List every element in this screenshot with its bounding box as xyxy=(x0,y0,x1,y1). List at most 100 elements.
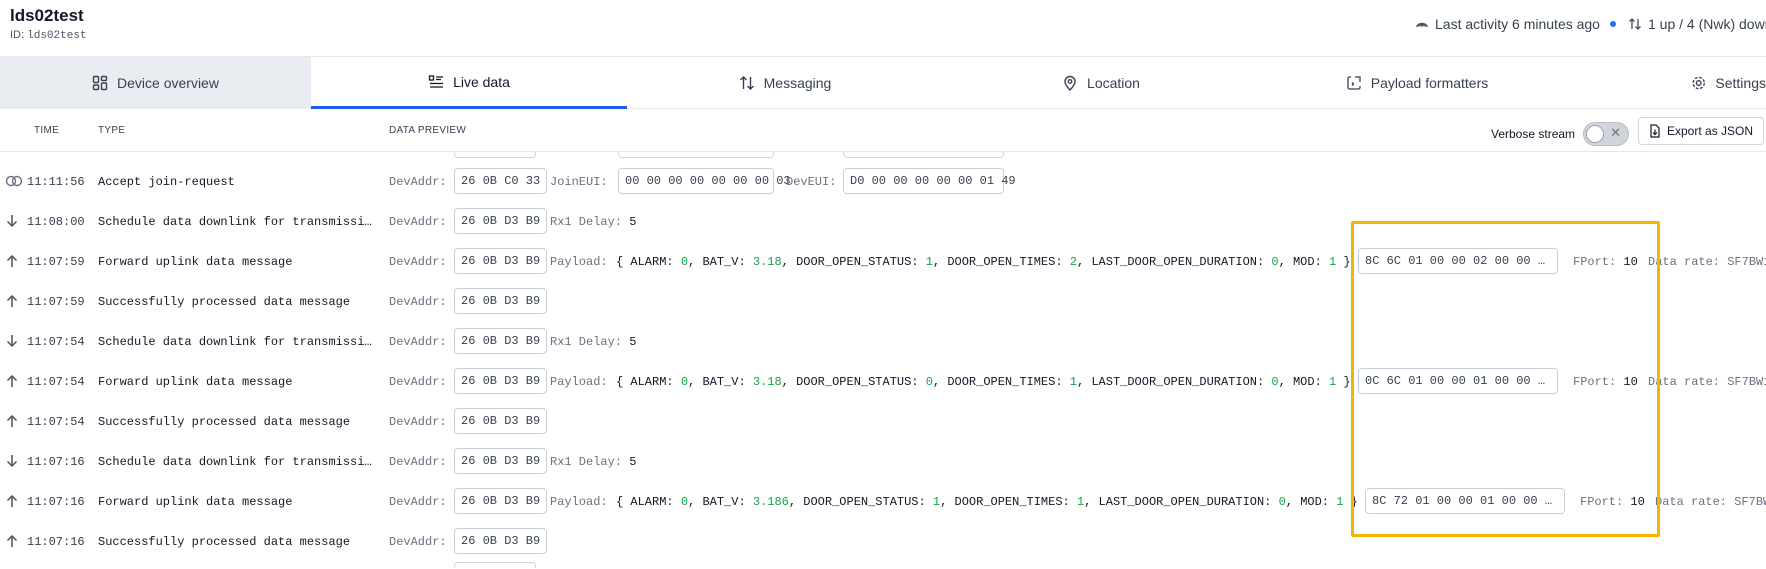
device-id-value: lds02test xyxy=(27,30,87,42)
traffic-count: 1 up / 4 (Nwk) down xyxy=(1647,16,1766,32)
col-type: TYPE xyxy=(98,125,126,136)
toggle-knob xyxy=(1586,125,1605,143)
data-rate: Data rate: SF7BW125 xyxy=(1648,255,1766,269)
event-time: 11:11:56 xyxy=(27,175,85,189)
pin-icon xyxy=(1064,75,1076,91)
table-row[interactable]: 11:07:54 Schedule data downlink for tran… xyxy=(0,322,1766,362)
signal-icon xyxy=(1415,22,1429,28)
verbose-stream-control: Verbose stream ✕ xyxy=(1491,122,1630,146)
close-icon: ✕ xyxy=(1610,125,1622,140)
decoded-payload: { ALARM: 0, BAT_V: 3.18, DOOR_OPEN_STATU… xyxy=(616,375,1351,389)
data-rate: Data rate: SF7BW125 xyxy=(1655,495,1766,509)
tab-label: Device overview xyxy=(117,75,219,91)
col-time: TIME xyxy=(34,125,60,136)
fport: FPort: 10 xyxy=(1573,375,1638,389)
tab-device-overview[interactable]: Device overview xyxy=(0,57,311,109)
device-id-label: ID: xyxy=(10,29,25,41)
table-row[interactable]: 11:07:16 Forward uplink data message Dev… xyxy=(0,482,1766,522)
event-time: 11:07:59 xyxy=(27,255,85,269)
devaddr-chip[interactable]: 26 0B D3 B9 xyxy=(454,448,548,474)
data-rate: Data rate: SF7BW125 xyxy=(1648,375,1766,389)
event-type: Schedule data downlink for transmission xyxy=(98,335,374,349)
rx-delay-label: Rx1 Delay: xyxy=(550,335,623,349)
devaddr-label: DevAddr: xyxy=(389,535,447,549)
rx-delay: Rx1 Delay: 5 xyxy=(550,455,636,469)
link-icon xyxy=(5,175,23,187)
device-header: lds02test ID: lds02test Last activity 6 … xyxy=(0,0,1766,57)
event-time: 11:07:59 xyxy=(27,295,85,309)
tab-label: Settings xyxy=(1715,75,1766,91)
arrow-down-icon xyxy=(6,215,18,228)
device-title: lds02test xyxy=(10,6,84,25)
devaddr-chip[interactable]: 26 0B D3 B9 xyxy=(454,408,548,434)
tab-payload-formatters[interactable]: Payload formatters xyxy=(1259,57,1575,109)
tab-location[interactable]: Location xyxy=(943,57,1259,109)
arrow-up-icon xyxy=(6,374,18,387)
arrow-up-icon xyxy=(6,414,18,427)
devaddr-label: DevAddr: xyxy=(389,175,447,189)
arrow-up-icon xyxy=(6,294,18,307)
deveui-label: DevEUI: xyxy=(786,175,837,189)
arrows-updown-icon xyxy=(739,76,754,90)
grid-icon xyxy=(92,75,108,91)
deveui-chip[interactable]: D0 00 00 00 00 00 01 49 xyxy=(843,168,1016,194)
joineui-chip[interactable]: 00 00 00 00 00 00 00 03 xyxy=(618,168,791,194)
table-row[interactable]: 11:11:56 Accept join-request DevAddr: 26… xyxy=(0,162,1766,202)
event-type: Accept join-request xyxy=(98,175,235,189)
event-type: Successfully processed data message xyxy=(98,295,351,309)
event-time: 11:08:00 xyxy=(27,215,85,229)
scrolled-chip xyxy=(454,562,536,568)
rx-delay-value: 5 xyxy=(629,335,637,349)
export-json-button[interactable]: Export as JSON xyxy=(1638,117,1765,145)
table-row[interactable]: 11:07:54 Successfully processed data mes… xyxy=(0,402,1766,442)
table-row[interactable]: 11:07:54 Forward uplink data message Dev… xyxy=(0,362,1766,402)
devaddr-chip[interactable]: 26 0B C0 33 xyxy=(454,168,548,194)
devaddr-label: DevAddr: xyxy=(389,255,447,269)
event-time: 11:07:54 xyxy=(27,415,85,429)
device-tabs: Device overview Live data Messaging Loca… xyxy=(0,57,1766,109)
tab-messaging[interactable]: Messaging xyxy=(627,57,943,109)
frm-payload-chip[interactable]: 8C 72 01 00 00 01 00 00 00 00 01 xyxy=(1365,488,1565,514)
arrow-up-icon xyxy=(6,254,18,267)
list-icon xyxy=(428,74,444,88)
table-row[interactable]: 11:07:16 Schedule data downlink for tran… xyxy=(0,442,1766,482)
event-type: Forward uplink data message xyxy=(98,375,293,389)
devaddr-chip[interactable]: 26 0B D3 B9 xyxy=(454,328,548,354)
frm-payload-chip[interactable]: 0C 6C 01 00 00 01 00 00 00 00 01 xyxy=(1358,368,1558,394)
devaddr-label: DevAddr: xyxy=(389,335,447,349)
event-time: 11:07:54 xyxy=(27,375,85,389)
table-row[interactable]: 11:07:59 Successfully processed data mes… xyxy=(0,282,1766,322)
col-data-preview: DATA PREVIEW xyxy=(389,125,467,136)
joineui-label: JoinEUI: xyxy=(550,175,608,189)
devaddr-chip[interactable]: 26 0B D3 B9 xyxy=(454,488,548,514)
gear-icon xyxy=(1692,76,1705,90)
last-activity: Last activity 6 minutes ago xyxy=(1435,16,1600,32)
event-list: 11:11:56 Accept join-request DevAddr: 26… xyxy=(0,152,1766,569)
arrow-down-icon xyxy=(6,455,18,468)
event-time: 11:07:16 xyxy=(27,535,85,549)
event-type: Schedule data downlink for transmission xyxy=(98,455,374,469)
arrow-up-icon xyxy=(6,534,18,547)
tab-live-data[interactable]: Live data xyxy=(311,57,627,109)
verbose-toggle[interactable]: ✕ xyxy=(1583,122,1630,146)
payload-label: Payload: xyxy=(550,495,608,509)
tab-settings[interactable]: Settings xyxy=(1575,57,1766,109)
table-row[interactable]: 11:08:00 Schedule data downlink for tran… xyxy=(0,202,1766,242)
arrow-up-icon xyxy=(6,494,18,507)
devaddr-label: DevAddr: xyxy=(389,295,447,309)
tab-label: Messaging xyxy=(763,75,832,91)
frm-payload-chip[interactable]: 8C 6C 01 00 00 02 00 00 00 00 01 xyxy=(1358,248,1558,274)
devaddr-chip[interactable]: 26 0B D3 B9 xyxy=(454,288,548,314)
devaddr-chip[interactable]: 26 0B D3 B9 xyxy=(454,208,548,234)
table-row[interactable]: 11:07:59 Forward uplink data message Dev… xyxy=(0,242,1766,282)
event-type: Successfully processed data message xyxy=(98,535,351,549)
devaddr-chip[interactable]: 26 0B D3 B9 xyxy=(454,368,548,394)
payload-label: Payload: xyxy=(550,255,608,269)
code-icon xyxy=(1347,76,1361,90)
devaddr-chip[interactable]: 26 0B D3 B9 xyxy=(454,528,548,554)
table-row[interactable]: 11:07:16 Successfully processed data mes… xyxy=(0,522,1766,562)
devaddr-chip[interactable]: 26 0B D3 B9 xyxy=(454,248,548,274)
event-time: 11:07:54 xyxy=(27,335,85,349)
event-time: 11:07:16 xyxy=(27,495,85,509)
event-type: Schedule data downlink for transmission xyxy=(98,215,374,229)
